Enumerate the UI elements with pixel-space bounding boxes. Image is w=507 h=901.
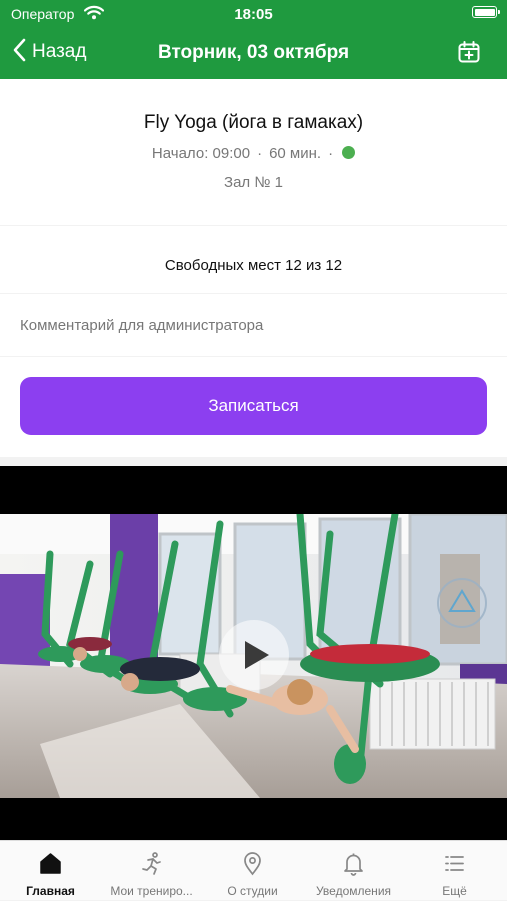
room-label: Зал № 1 bbox=[224, 174, 283, 191]
header: Оператор 18:05 Назад Вторник, 03 октября bbox=[0, 0, 507, 79]
status-bar: Оператор 18:05 bbox=[0, 0, 507, 28]
tab-label: Ещё bbox=[442, 884, 467, 898]
status-indicator bbox=[342, 146, 356, 159]
tab-label: Главная bbox=[26, 884, 75, 898]
available-spots-row: Свободных мест 12 из 12 bbox=[0, 226, 507, 293]
calendar-add-button[interactable] bbox=[457, 40, 481, 64]
tab-notifications[interactable]: Уведомления bbox=[303, 841, 404, 901]
back-button[interactable]: Назад bbox=[12, 38, 86, 66]
battery-icon bbox=[472, 6, 500, 18]
tab-about-studio[interactable]: О студии bbox=[202, 841, 303, 901]
comment-row bbox=[0, 294, 507, 356]
class-meta: Начало: 09:00 · 60 мин. · bbox=[0, 145, 507, 162]
tab-home[interactable]: Главная bbox=[0, 841, 101, 901]
back-label: Назад bbox=[32, 41, 87, 62]
tab-label: О студии bbox=[227, 884, 278, 898]
class-title: Fly Yoga (йога в гамаках) bbox=[143, 112, 364, 133]
clock: 18:05 bbox=[234, 6, 273, 23]
chevron-left-icon bbox=[12, 38, 26, 67]
calendar-plus-icon bbox=[457, 41, 481, 68]
watermark-logo-icon bbox=[436, 577, 488, 629]
tab-label: Уведомления bbox=[315, 884, 392, 898]
class-info-card: Fly Yoga (йога в гамаках) Начало: 09:00 ·… bbox=[0, 79, 507, 225]
admin-comment-input[interactable] bbox=[20, 317, 480, 334]
duration: 60 мин. bbox=[269, 145, 322, 162]
tab-my-workouts[interactable]: Мои трениро... bbox=[101, 841, 202, 901]
start-time: Начало: 09:00 bbox=[151, 145, 251, 162]
play-button[interactable] bbox=[219, 620, 289, 690]
tab-label: Мои трениро... bbox=[110, 884, 193, 898]
tab-more[interactable]: Ещё bbox=[404, 841, 505, 901]
signup-button[interactable]: Записаться bbox=[20, 377, 487, 435]
video-player[interactable] bbox=[0, 466, 507, 840]
tab-bar: Главная Мои трениро... О студии Уведомле… bbox=[0, 840, 507, 900]
signup-row: Записаться bbox=[0, 357, 507, 457]
available-spots-text: Свободных мест 12 из 12 bbox=[164, 257, 343, 274]
